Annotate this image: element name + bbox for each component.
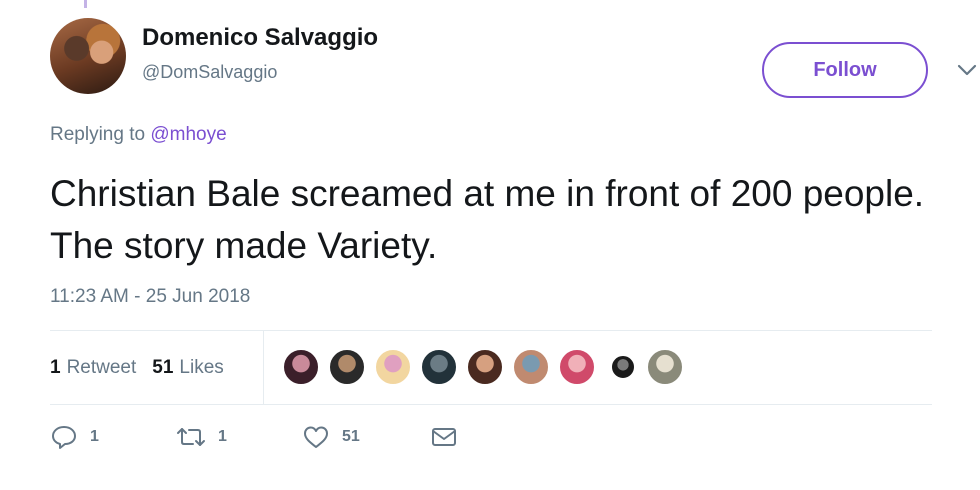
liker-avatars — [282, 348, 692, 386]
liker-avatar[interactable] — [328, 348, 366, 386]
like-stat-count: 51 — [152, 356, 174, 378]
follow-button[interactable]: Follow — [762, 42, 928, 98]
liker-avatar[interactable] — [558, 348, 596, 386]
reply-count: 1 — [90, 428, 99, 445]
reply-icon — [52, 426, 76, 449]
retweet-stat-label: Retweet — [66, 356, 137, 378]
tweet-timestamp[interactable]: 11:23 AM - 25 Jun 2018 — [50, 286, 250, 308]
liker-avatar[interactable] — [512, 348, 550, 386]
retweet-icon — [177, 428, 205, 446]
liker-avatar[interactable] — [466, 348, 504, 386]
replying-to-prefix: Replying to — [50, 124, 146, 145]
direct-message-action[interactable] — [430, 425, 458, 449]
tweet-header: Domenico Salvaggio @DomSalvaggio Follow — [50, 18, 977, 98]
like-count: 51 — [342, 428, 360, 445]
like-stat-label: Likes — [179, 356, 224, 378]
author-handle[interactable]: @DomSalvaggio — [142, 62, 277, 83]
like-action[interactable]: 51 — [302, 424, 430, 450]
engagement-stats: 1 Retweet 51 Likes — [50, 331, 264, 404]
avatar[interactable] — [50, 18, 126, 94]
retweet-stat-count: 1 — [50, 356, 61, 378]
retweet-action[interactable]: 1 — [176, 425, 302, 449]
tweet-actions: 1 1 51 — [50, 424, 458, 450]
liker-avatar[interactable] — [282, 348, 320, 386]
chevron-down-icon[interactable] — [956, 62, 978, 78]
thread-connector-line — [84, 0, 87, 8]
heart-icon — [304, 426, 328, 448]
retweet-stat[interactable]: 1 Retweet — [50, 357, 136, 379]
retweet-count: 1 — [218, 428, 227, 445]
liker-avatar[interactable] — [646, 348, 684, 386]
divider — [50, 404, 932, 405]
reply-action[interactable]: 1 — [50, 424, 176, 450]
liker-avatar[interactable] — [374, 348, 412, 386]
envelope-icon — [432, 428, 456, 446]
like-stat[interactable]: 51 Likes — [152, 357, 224, 379]
liker-avatar[interactable] — [610, 354, 636, 380]
tweet-text: Christian Bale screamed at me in front o… — [50, 173, 925, 266]
mention-link[interactable]: @mhoye — [150, 124, 226, 145]
replying-to: Replying to @mhoye — [50, 124, 227, 146]
author-display-name[interactable]: Domenico Salvaggio — [142, 24, 378, 52]
liker-avatar[interactable] — [420, 348, 458, 386]
